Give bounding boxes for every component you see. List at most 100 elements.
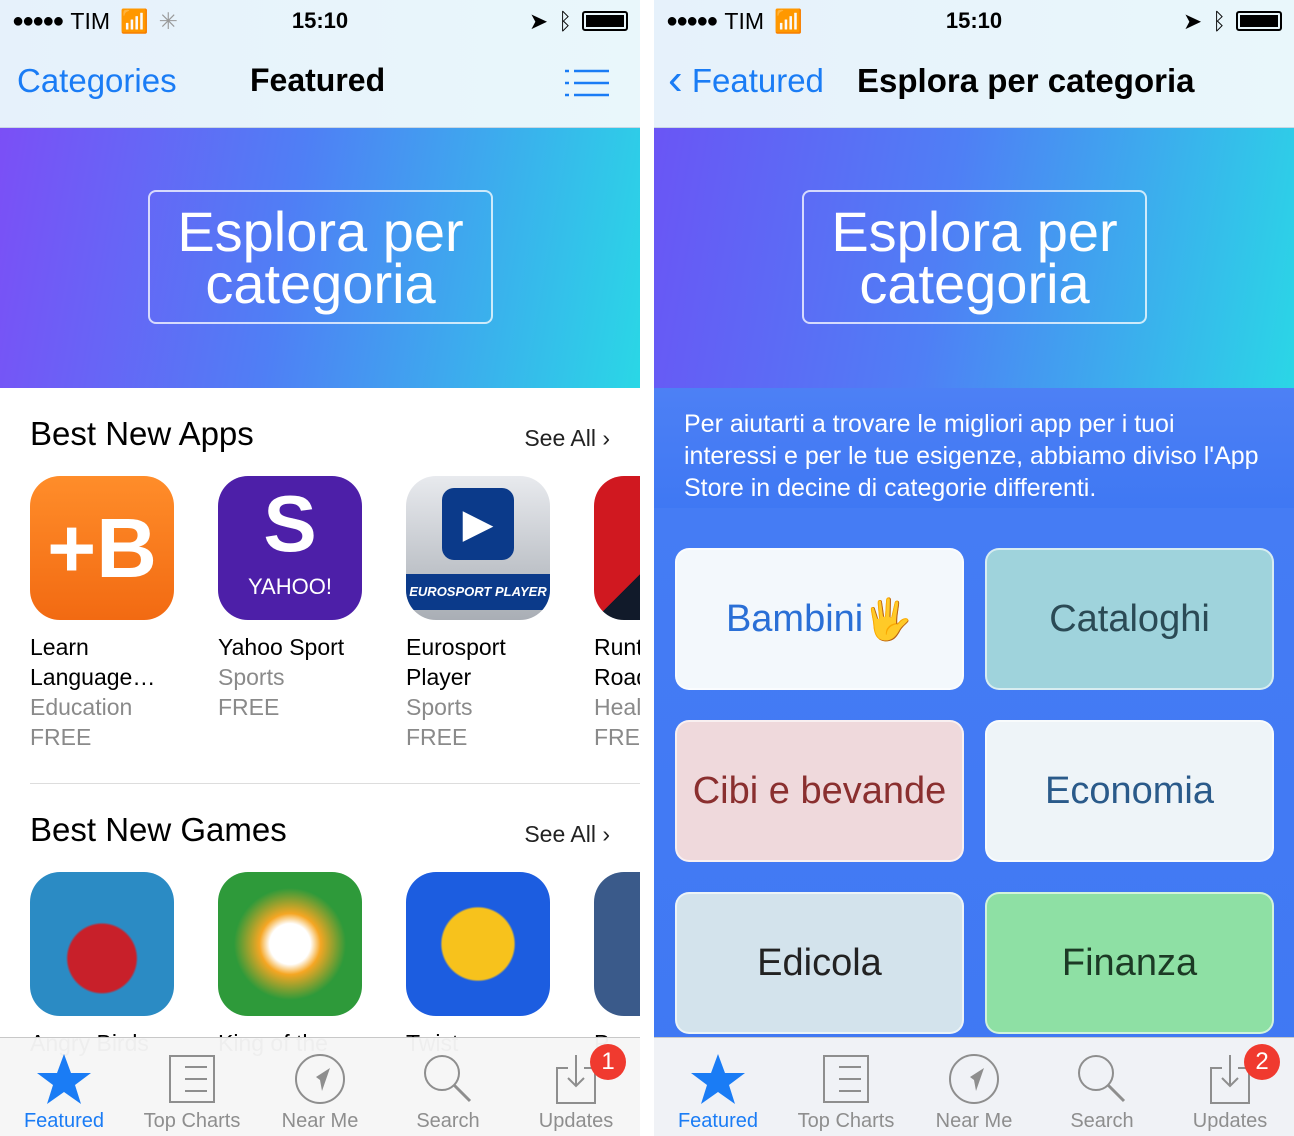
battery-icon bbox=[1236, 11, 1282, 31]
app-icon bbox=[594, 476, 640, 620]
banner: Esplora per categoria bbox=[654, 128, 1294, 408]
location-icon bbox=[949, 1054, 999, 1104]
banner-line2: categoria bbox=[859, 252, 1090, 315]
app-icon: +B bbox=[30, 476, 174, 620]
category-label: Cataloghi bbox=[1049, 597, 1210, 640]
tab-label: Top Charts bbox=[143, 1110, 241, 1132]
description: Per aiutarti a trovare le migliori app p… bbox=[684, 410, 1259, 502]
banner-line1: Esplora per bbox=[831, 200, 1118, 263]
back-button[interactable]: ‹ Featured bbox=[668, 58, 824, 102]
status-bar: ●●●●● TIM 📶 15:10 ➤ ᛒ bbox=[666, 6, 1282, 36]
app-card[interactable]: +B Learn Language… Education FREE bbox=[30, 476, 180, 752]
app-card[interactable]: Runt Road Heal FRE bbox=[594, 476, 640, 752]
page-title: Esplora per categoria bbox=[857, 62, 1195, 99]
tab-label: Search bbox=[416, 1110, 480, 1132]
tab-top-charts[interactable]: Top Charts bbox=[128, 1038, 256, 1136]
tab-label: Near Me bbox=[935, 1110, 1013, 1132]
category-tile-economia[interactable]: Economia bbox=[985, 720, 1274, 862]
location-arrow-icon: ➤ bbox=[528, 7, 549, 34]
app-price: FREE bbox=[218, 694, 280, 720]
app-category: Sports bbox=[406, 694, 473, 720]
app-card[interactable]: S YAHOO! Yahoo Sport Sports FREE bbox=[218, 476, 368, 722]
list-menu-button[interactable] bbox=[565, 68, 609, 106]
game-card[interactable]: King of the bbox=[218, 872, 368, 1058]
app-icon bbox=[406, 872, 550, 1016]
banner-line2: categoria bbox=[205, 252, 436, 315]
tab-label: Near Me bbox=[281, 1110, 359, 1132]
tab-updates[interactable]: Updates 1 bbox=[512, 1038, 640, 1136]
bluetooth-icon: ᛒ bbox=[1212, 7, 1226, 34]
tab-bar: Featured Top Charts Near Me Search Updat… bbox=[0, 1037, 640, 1136]
game-card[interactable]: P bbox=[594, 872, 640, 1058]
category-label: Finanza bbox=[1061, 941, 1198, 984]
app-icon bbox=[30, 872, 174, 1016]
categories-button[interactable]: Categories bbox=[17, 62, 177, 100]
see-all-label: See All bbox=[524, 425, 596, 451]
updates-badge: 1 bbox=[590, 1044, 626, 1080]
tab-featured[interactable]: Featured bbox=[0, 1038, 128, 1136]
app-name: Runt bbox=[594, 634, 640, 660]
tab-search[interactable]: Search bbox=[1038, 1038, 1166, 1136]
app-category: Sports bbox=[218, 664, 285, 690]
explore-categories-banner[interactable]: Esplora per categoria bbox=[0, 128, 640, 388]
app-name: Language… bbox=[30, 664, 156, 690]
banner-line1: Esplora per bbox=[177, 200, 464, 263]
star-icon bbox=[37, 1054, 91, 1104]
featured-screen: Esplora per categoria ●●●●● TIM 📶 ✳ 15:1… bbox=[0, 0, 640, 1136]
see-all-apps-button[interactable]: See All › bbox=[524, 425, 610, 452]
banner-box: Esplora per categoria bbox=[148, 190, 493, 324]
tab-near-me[interactable]: Near Me bbox=[256, 1038, 384, 1136]
category-label: Edicola bbox=[757, 941, 882, 984]
category-tile-bambini[interactable]: Bambini 🖐 bbox=[675, 548, 964, 690]
hands-icon: 🖐 bbox=[863, 597, 914, 642]
tab-featured[interactable]: Featured bbox=[654, 1038, 782, 1136]
app-icon bbox=[218, 872, 362, 1016]
star-icon bbox=[691, 1054, 745, 1104]
app-name: Road bbox=[594, 664, 640, 690]
tab-label: Top Charts bbox=[797, 1110, 895, 1132]
category-tile-edicola[interactable]: Edicola bbox=[675, 892, 964, 1034]
app-icon: ▶ EUROSPORT PLAYER bbox=[406, 476, 550, 620]
tab-label: Featured bbox=[677, 1110, 759, 1132]
tab-label: Updates bbox=[1192, 1110, 1268, 1132]
list-icon bbox=[565, 69, 609, 97]
tab-top-charts[interactable]: Top Charts bbox=[782, 1038, 910, 1136]
app-price: FREE bbox=[30, 724, 92, 750]
search-icon bbox=[1078, 1055, 1126, 1103]
game-card[interactable]: Angry Birds bbox=[30, 872, 180, 1058]
location-arrow-icon: ➤ bbox=[1182, 7, 1203, 34]
status-bar: ●●●●● TIM 📶 ✳ 15:10 ➤ ᛒ bbox=[12, 6, 628, 36]
tab-label: Updates bbox=[538, 1110, 614, 1132]
bluetooth-icon: ᛒ bbox=[558, 7, 572, 34]
app-icon bbox=[594, 872, 640, 1016]
app-name: Player bbox=[406, 664, 472, 690]
divider bbox=[30, 783, 640, 784]
chevron-left-icon: ‹ bbox=[668, 55, 683, 104]
tab-near-me[interactable]: Near Me bbox=[910, 1038, 1038, 1136]
nav-bar: ●●●●● TIM 📶 15:10 ➤ ᛒ ‹ Featured Esplora … bbox=[654, 0, 1294, 128]
list-icon bbox=[823, 1055, 869, 1103]
app-icon: S YAHOO! bbox=[218, 476, 362, 620]
tab-search[interactable]: Search bbox=[384, 1038, 512, 1136]
search-icon bbox=[424, 1055, 472, 1103]
app-price: FREE bbox=[406, 724, 468, 750]
app-category: Heal bbox=[594, 694, 640, 720]
tab-label: Search bbox=[1070, 1110, 1134, 1132]
category-label: Economia bbox=[1045, 769, 1214, 812]
app-card[interactable]: ▶ EUROSPORT PLAYER Eurosport Player Sport… bbox=[406, 476, 556, 752]
updates-badge: 2 bbox=[1244, 1044, 1280, 1080]
app-price: FRE bbox=[594, 724, 640, 750]
category-screen: Esplora per categoria ●●●●● TIM 📶 15:10 … bbox=[654, 0, 1294, 1136]
category-tile-cibi-e-bevande[interactable]: Cibi e bevande bbox=[675, 720, 964, 862]
battery-icon bbox=[582, 11, 628, 31]
list-icon bbox=[169, 1055, 215, 1103]
app-name: Yahoo Sport bbox=[218, 634, 345, 660]
category-label: Cibi e bevande bbox=[692, 769, 947, 812]
category-tile-finanza[interactable]: Finanza bbox=[985, 892, 1274, 1034]
nav-bar: ●●●●● TIM 📶 ✳ 15:10 ➤ ᛒ Categories Featur… bbox=[0, 0, 640, 128]
app-category: Education bbox=[30, 694, 133, 720]
category-tile-cataloghi[interactable]: Cataloghi bbox=[985, 548, 1274, 690]
game-card[interactable]: Twist bbox=[406, 872, 556, 1058]
tab-updates[interactable]: Updates 2 bbox=[1166, 1038, 1294, 1136]
see-all-games-button[interactable]: See All › bbox=[524, 821, 610, 848]
